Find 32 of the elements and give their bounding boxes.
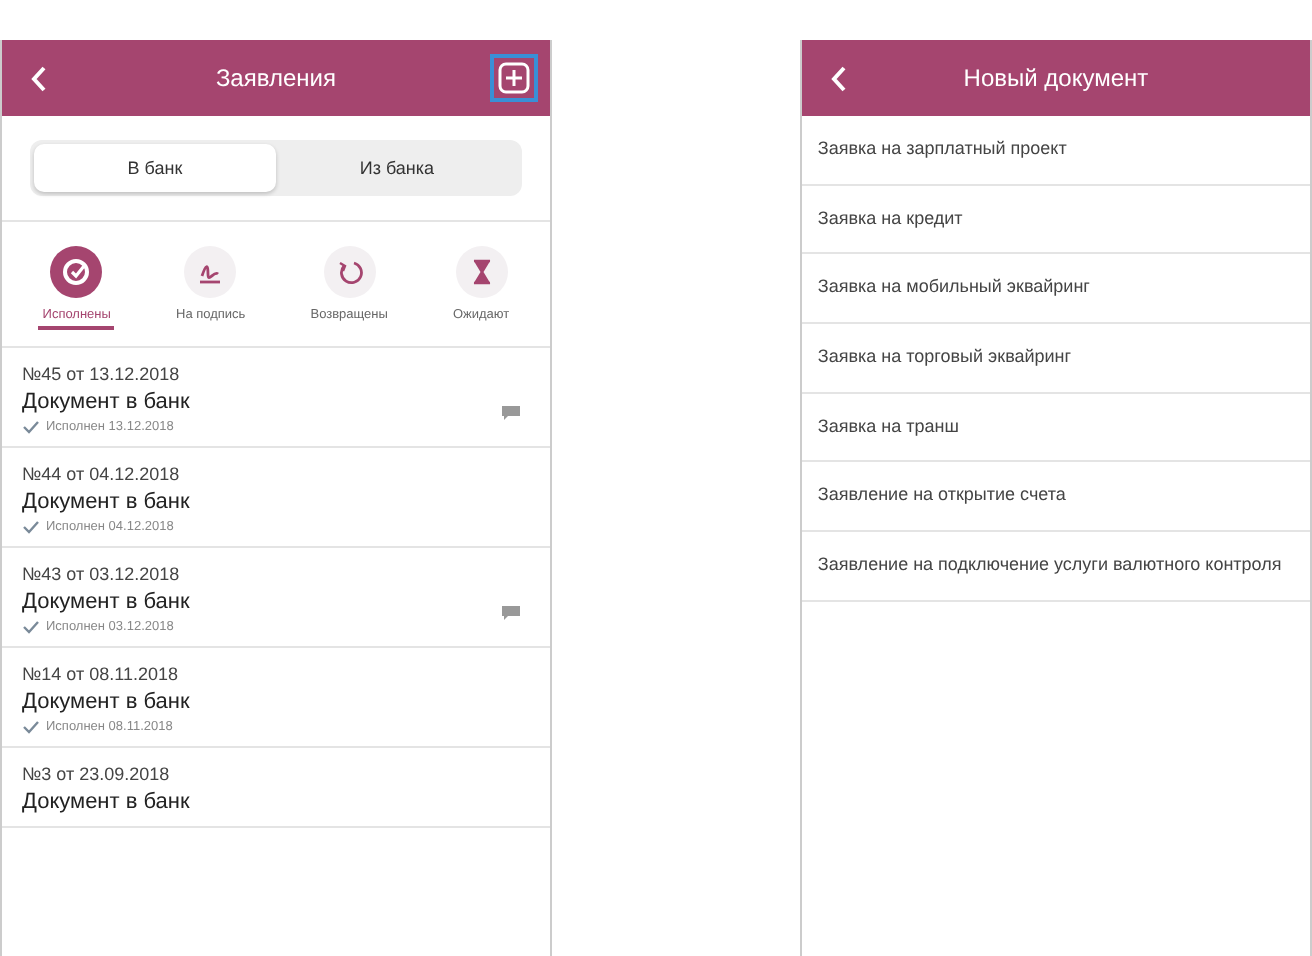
document-type-item[interactable]: Заявка на торговый эквайринг — [801, 324, 1310, 394]
document-number: №44 от 04.12.2018 — [22, 464, 182, 484]
check-icon — [22, 720, 40, 734]
screen-title: Заявления — [213, 64, 338, 92]
document-row[interactable]: №3 от 23.09.2018 Документ в банк — [2, 748, 550, 828]
back-icon — [829, 65, 846, 91]
document-type-item[interactable]: Заявка на транш — [801, 393, 1310, 463]
document-number: №14 от 08.11.2018 — [22, 664, 180, 684]
document-title: Документ в банк — [22, 790, 192, 814]
plus-icon — [497, 62, 530, 94]
document-number: №3 от 23.09.2018 — [22, 764, 172, 784]
segment-tab[interactable]: В банк — [34, 144, 276, 192]
screen-title: Новый документ — [961, 64, 1151, 92]
return-arrow-icon — [335, 258, 364, 286]
document-type-item[interactable]: Заявка на зарплатный проект — [801, 116, 1310, 186]
document-title: Документ в банк — [22, 390, 192, 414]
document-type-item[interactable]: Заявление на открытие счета — [801, 462, 1310, 533]
document-type-item[interactable]: Заявление на подключение услуги валютного контроля — [801, 532, 1310, 602]
document-title: Документ в банк — [22, 590, 192, 614]
document-title: Документ в банк — [22, 490, 192, 514]
segment-tab[interactable]: Из банка — [275, 144, 518, 192]
document-type-item[interactable]: Заявка на мобильный эквайринг — [801, 254, 1310, 325]
document-number: №43 от 03.12.2018 — [22, 564, 182, 584]
document-check-icon — [62, 258, 91, 286]
back-icon — [30, 65, 46, 91]
document-number: №45 от 13.12.2018 — [22, 364, 182, 384]
check-icon — [22, 620, 40, 634]
document-title: Документ в банк — [22, 690, 192, 714]
add-button[interactable] — [493, 58, 534, 98]
check-icon — [22, 420, 40, 434]
check-icon — [22, 520, 40, 534]
document-type-item[interactable]: Заявка на кредит — [801, 185, 1310, 255]
